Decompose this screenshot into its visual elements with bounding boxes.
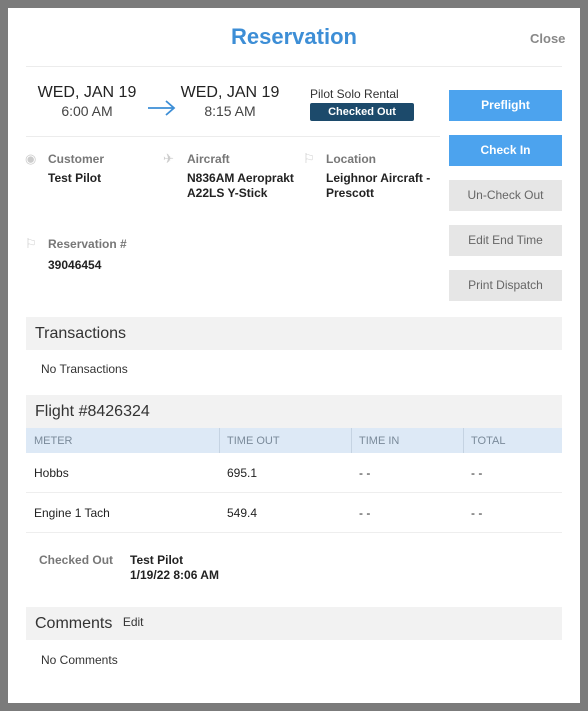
- location-value: Leighnor Aircraft - Prescott: [326, 171, 431, 200]
- start-time: 6:00 AM: [61, 103, 113, 119]
- total: - -: [471, 506, 483, 520]
- flag-icon: ⚐: [25, 236, 37, 251]
- comments-header: Comments Edit: [26, 607, 562, 640]
- reservation-number-value: 39046454: [48, 258, 102, 272]
- flag-icon: ⚐: [303, 151, 315, 166]
- end-datetime: WED, JAN 19 8:15 AM: [170, 84, 290, 119]
- time-in: - -: [359, 466, 371, 480]
- aircraft-label: Aircraft: [187, 152, 230, 166]
- col-total: TOTAL: [471, 435, 506, 447]
- transactions-header: Transactions: [26, 317, 562, 350]
- time-in: - -: [359, 506, 371, 520]
- start-date: WED, JAN 19: [37, 84, 137, 101]
- modal-title: Reservation: [231, 24, 357, 49]
- meter-table-header: METER TIME OUT TIME IN TOTAL: [26, 428, 562, 453]
- checked-out-at: 1/19/22 8:06 AM: [130, 568, 219, 582]
- end-time: 8:15 AM: [204, 103, 256, 119]
- comments-title: Comments: [35, 615, 113, 632]
- edit-end-time-button[interactable]: Edit End Time: [449, 225, 562, 256]
- comments-empty: No Comments: [41, 653, 118, 667]
- table-row: Hobbs 695.1 - - - -: [26, 453, 562, 493]
- time-out: 549.4: [227, 506, 258, 520]
- divider: [26, 66, 562, 67]
- reservation-number-label: Reservation #: [48, 237, 127, 251]
- customer-value: Test Pilot: [48, 171, 102, 185]
- reservation-modal: Reservation Close WED, JAN 19 6:00 AM WE…: [8, 8, 580, 703]
- time-out: 695.1: [227, 466, 258, 480]
- location-label: Location: [326, 152, 376, 166]
- airplane-icon: ✈: [163, 151, 174, 166]
- meter-name: Engine 1 Tach: [34, 506, 110, 520]
- meter-name: Hobbs: [34, 466, 69, 480]
- transactions-empty: No Transactions: [41, 362, 128, 376]
- check-in-button[interactable]: Check In: [449, 135, 562, 166]
- reservation-type: Pilot Solo Rental: [310, 87, 399, 101]
- person-icon: ◉: [25, 151, 37, 166]
- col-time-out: TIME OUT: [227, 435, 280, 447]
- start-datetime: WED, JAN 19 6:00 AM: [27, 84, 147, 119]
- col-meter: METER: [34, 435, 73, 447]
- uncheck-out-button[interactable]: Un-Check Out: [449, 180, 562, 211]
- status-badge: Checked Out: [310, 103, 414, 121]
- aircraft-value[interactable]: N836AM Aeroprakt A22LS Y-Stick: [187, 171, 302, 201]
- checked-out-label: Checked Out: [39, 553, 114, 567]
- flight-header: Flight #8426324: [26, 395, 562, 428]
- edit-comments-link[interactable]: Edit: [123, 615, 144, 629]
- close-button[interactable]: Close: [530, 31, 565, 46]
- end-date: WED, JAN 19: [180, 84, 280, 101]
- col-time-in: TIME IN: [359, 435, 400, 447]
- total: - -: [471, 466, 483, 480]
- preflight-button[interactable]: Preflight: [449, 90, 562, 121]
- checked-out-by: Test Pilot: [130, 553, 184, 567]
- customer-label: Customer: [48, 152, 105, 166]
- table-row: Engine 1 Tach 549.4 - - - -: [26, 493, 562, 533]
- print-dispatch-button[interactable]: Print Dispatch: [449, 270, 562, 301]
- divider: [26, 136, 440, 137]
